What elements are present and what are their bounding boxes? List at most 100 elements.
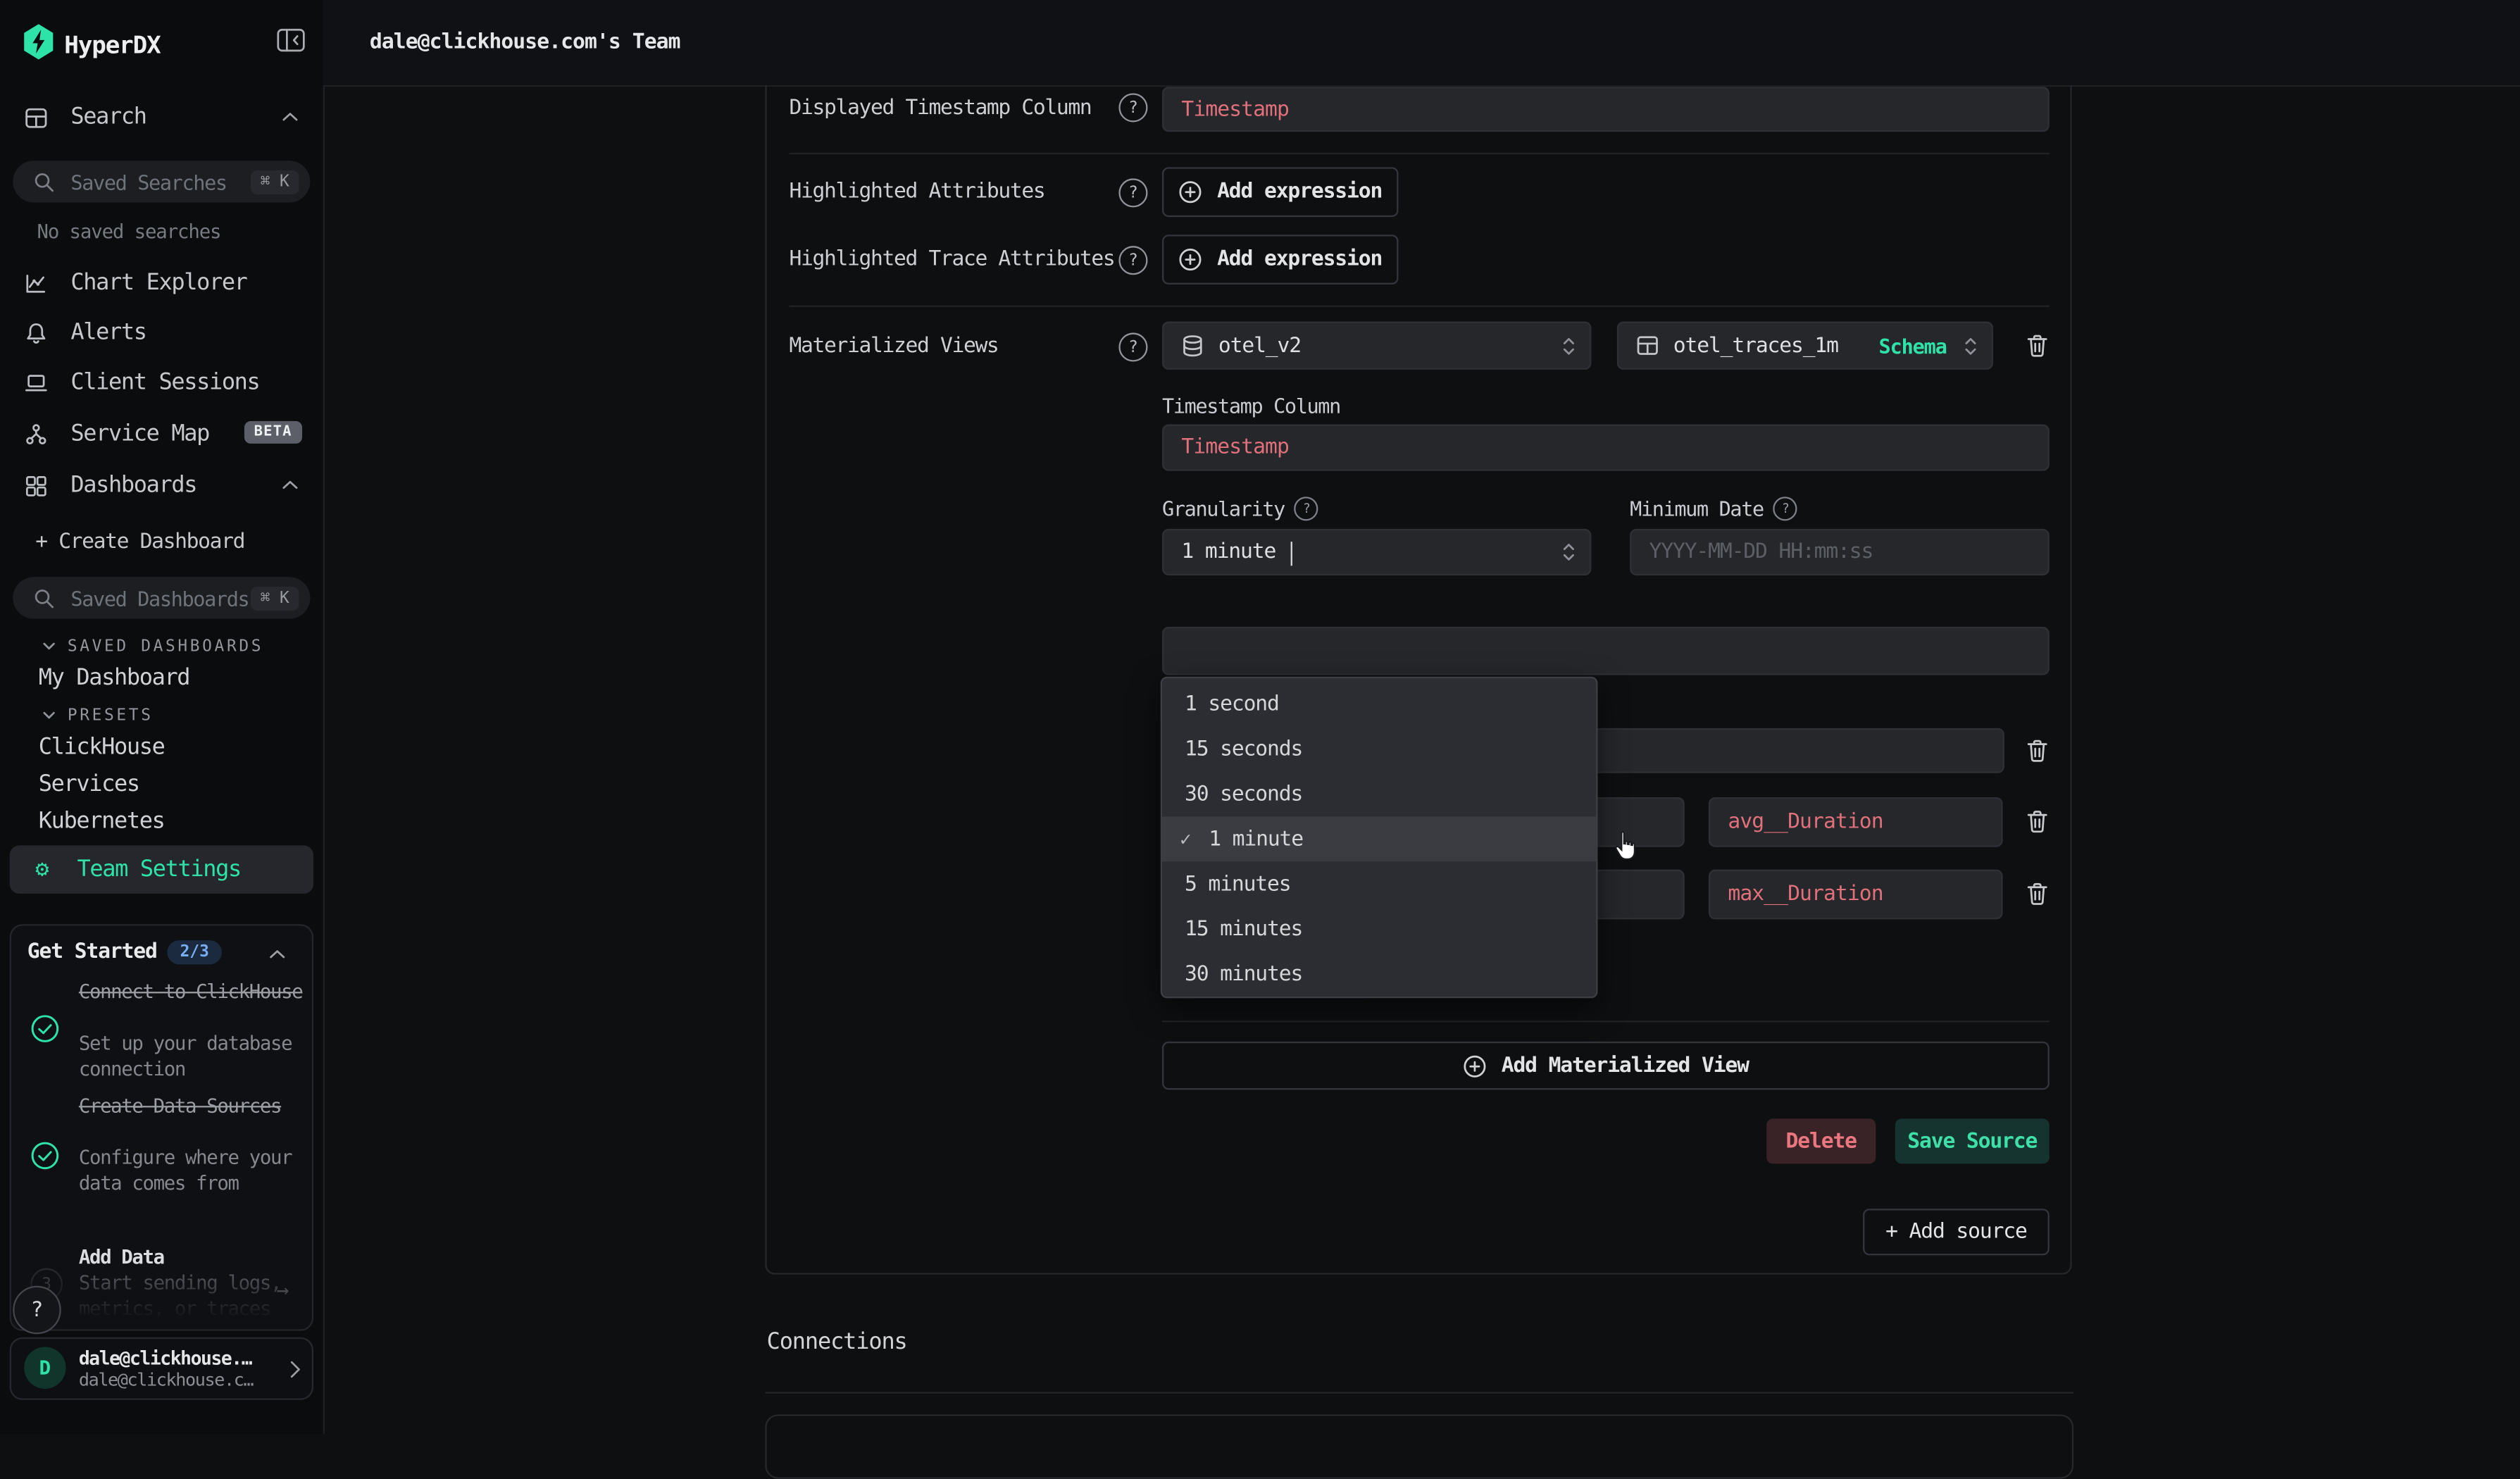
saved-searches-input[interactable]: Saved Searches ⌘ K xyxy=(13,161,310,202)
sidebar-item-team-settings[interactable]: ⚙ Team Settings xyxy=(10,845,313,893)
chevron-up-icon[interactable] xyxy=(281,109,299,125)
app-window: HyperDX Search Saved Searches ⌘ K No sav… xyxy=(0,0,2520,1434)
help-icon[interactable]: ? xyxy=(1118,332,1147,361)
sidebar-item-chart-explorer[interactable]: Chart Explorer xyxy=(0,261,323,306)
database-select[interactable]: otel_v2 xyxy=(1162,321,1591,369)
shortcut-badge: ⌘ K xyxy=(251,586,299,610)
sidebar-item-dashboards[interactable]: Dashboards xyxy=(0,463,323,508)
timestamp-column-input[interactable]: Timestamp xyxy=(1162,425,2050,471)
dropdown-option[interactable]: 15 seconds xyxy=(1162,727,1596,772)
sidebar-item-label: Client Sessions xyxy=(70,370,259,396)
user-name: dale@clickhouse.… xyxy=(79,1347,285,1369)
help-icon[interactable]: ? xyxy=(1118,93,1147,122)
column-name-input[interactable]: avg__Duration xyxy=(1709,797,2003,847)
dropdown-option[interactable]: 1 second xyxy=(1162,682,1596,727)
saved-dashboards-placeholder: Saved Dashboards xyxy=(70,586,249,610)
sidebar-collapse-icon[interactable] xyxy=(277,27,306,54)
saved-dashboards-input[interactable]: Saved Dashboards ⌘ K xyxy=(13,577,310,618)
highlighted-attributes-label: Highlighted Attributes xyxy=(790,180,1045,204)
plus-circle-icon xyxy=(1178,247,1202,271)
user-menu[interactable]: D dale@clickhouse.… dale@clickhouse.c… xyxy=(10,1337,313,1400)
minimum-date-label: Minimum Date ? xyxy=(1630,497,1797,520)
schema-link[interactable]: Schema xyxy=(1879,334,1947,358)
check-circle-icon xyxy=(30,1141,59,1170)
service-map-icon xyxy=(24,422,48,446)
help-icon[interactable]: ? xyxy=(1118,178,1147,207)
database-icon xyxy=(1181,334,1204,358)
highlighted-trace-attributes-label: Highlighted Trace Attributes xyxy=(790,247,1115,271)
page-header: dale@clickhouse.com's Team xyxy=(323,0,2520,87)
sidebar-item-services[interactable]: Services xyxy=(0,768,323,801)
help-icon[interactable]: ? xyxy=(1773,497,1797,520)
mouse-cursor-icon xyxy=(1612,831,1641,863)
step-desc: Set up your database connection xyxy=(79,1032,304,1082)
search-icon xyxy=(34,171,55,192)
chevron-up-icon[interactable] xyxy=(268,947,286,963)
sidebar-item-label: Search xyxy=(70,104,146,130)
chevron-down-icon xyxy=(42,639,56,652)
granularity-select[interactable]: 1 minute xyxy=(1162,529,1591,575)
divider xyxy=(765,1392,2073,1393)
dropdown-option[interactable]: 15 minutes xyxy=(1162,906,1596,951)
sidebar-item-my-dashboard[interactable]: My Dashboard xyxy=(0,662,323,694)
brand-title: HyperDX xyxy=(64,30,160,59)
get-started-title: Get Started xyxy=(27,940,157,964)
divider xyxy=(1162,1021,2050,1022)
dropdown-option[interactable]: 5 minutes xyxy=(1162,861,1596,906)
materialized-views-label: Materialized Views xyxy=(790,335,999,358)
presets-group-header[interactable]: PRESETS xyxy=(0,704,323,727)
step-title: Create Data Sources xyxy=(79,1094,304,1119)
delete-materialized-view-icon[interactable] xyxy=(2026,332,2050,358)
displayed-timestamp-input[interactable]: Timestamp xyxy=(1162,87,2050,132)
avatar: D xyxy=(24,1347,66,1388)
sidebar-item-client-sessions[interactable]: Client Sessions xyxy=(0,360,323,405)
sidebar: HyperDX Search Saved Searches ⌘ K No sav… xyxy=(0,0,325,1434)
add-source-button[interactable]: + Add source xyxy=(1863,1209,2050,1255)
progress-badge: 2/3 xyxy=(167,940,222,964)
table-select[interactable]: otel_traces_1m Schema xyxy=(1617,321,1993,369)
step-title: Connect to ClickHouse xyxy=(79,980,304,1005)
column-name-input[interactable]: max__Duration xyxy=(1709,870,2003,920)
granularity-dropdown: 1 second 15 seconds 30 seconds ✓ 1 minut… xyxy=(1161,677,1598,998)
sidebar-item-alerts[interactable]: Alerts xyxy=(0,310,323,355)
delete-button[interactable]: Delete xyxy=(1766,1118,1876,1163)
help-button[interactable]: ? xyxy=(13,1286,61,1334)
dropdown-option[interactable]: 30 seconds xyxy=(1162,771,1596,816)
chevron-right-icon xyxy=(288,1360,303,1379)
add-materialized-view-button[interactable]: Add Materialized View xyxy=(1162,1042,2050,1090)
dropdown-option-selected[interactable]: ✓ 1 minute xyxy=(1162,816,1596,861)
sidebar-item-search[interactable]: Search xyxy=(0,95,323,140)
sidebar-item-label: Chart Explorer xyxy=(70,270,247,296)
sidebar-item-kubernetes[interactable]: Kubernetes xyxy=(0,805,323,837)
get-started-card: Get Started 2/3 Connect to ClickHouse Se… xyxy=(10,924,313,1330)
add-expression-button[interactable]: Add expression xyxy=(1162,167,1398,217)
divider xyxy=(790,306,2050,307)
connections-title: Connections xyxy=(767,1329,907,1355)
select-carets-icon xyxy=(1964,335,1977,356)
create-dashboard-button[interactable]: + Create Dashboard xyxy=(35,530,244,554)
help-icon[interactable]: ? xyxy=(1118,246,1147,275)
add-expression-button[interactable]: Add expression xyxy=(1162,235,1398,285)
save-source-button[interactable]: Save Source xyxy=(1895,1118,2050,1163)
sidebar-item-service-map[interactable]: Service Map BETA xyxy=(0,411,323,456)
search-section-icon xyxy=(24,105,48,129)
dropdown-option[interactable]: 30 minutes xyxy=(1162,951,1596,997)
minimum-date-input[interactable]: YYYY-MM-DD HH:mm:ss xyxy=(1630,529,2050,575)
get-started-step-2[interactable]: Create Data Sources Configure where your… xyxy=(11,1093,312,1270)
column-expression-input[interactable] xyxy=(1162,627,2050,675)
chevron-up-icon[interactable] xyxy=(281,478,299,494)
delete-column-icon[interactable] xyxy=(2026,881,2050,907)
displayed-timestamp-label: Displayed Timestamp Column xyxy=(790,96,1092,120)
delete-column-icon[interactable] xyxy=(2026,738,2050,764)
sidebar-item-clickhouse[interactable]: ClickHouse xyxy=(0,731,323,763)
saved-dashboards-group-header[interactable]: SAVED DASHBOARDS xyxy=(0,635,323,657)
help-icon[interactable]: ? xyxy=(1295,497,1318,520)
check-circle-icon xyxy=(30,1014,59,1043)
divider xyxy=(790,153,2050,154)
question-icon: ? xyxy=(31,1298,44,1322)
user-email: dale@clickhouse.c… xyxy=(79,1369,285,1390)
main-content: Displayed Timestamp Column ? Timestamp H… xyxy=(323,85,2520,1434)
chevron-down-icon xyxy=(42,709,56,721)
check-icon: ✓ xyxy=(1180,828,1190,850)
delete-column-icon[interactable] xyxy=(2026,809,2050,835)
